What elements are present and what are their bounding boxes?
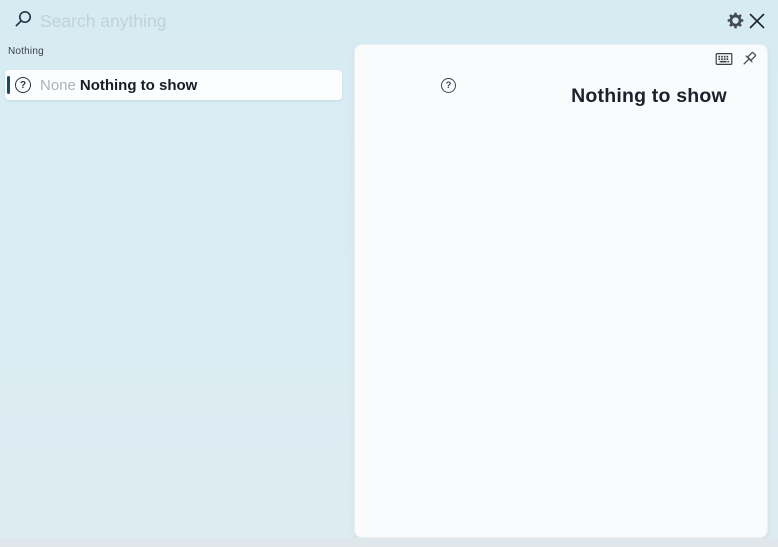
result-item-title: Nothing to show xyxy=(80,77,197,94)
search-input[interactable] xyxy=(40,5,680,37)
results-section-label: Nothing xyxy=(8,46,44,57)
result-item-subtitle: None xyxy=(40,77,76,94)
keyboard-shortcut-button[interactable] xyxy=(714,50,734,70)
details-toolbar xyxy=(714,50,759,70)
keyboard-icon xyxy=(715,51,733,70)
search-bar xyxy=(0,0,778,42)
gear-icon xyxy=(727,12,744,32)
pin-icon xyxy=(740,50,758,71)
question-circle-icon: ? xyxy=(441,78,456,93)
search-window: { "window": { "background_top": "#d7ebf3… xyxy=(0,0,778,547)
details-title: Nothing to show xyxy=(479,85,778,108)
selection-accent-bar xyxy=(7,76,10,94)
search-icon xyxy=(13,10,33,30)
close-icon xyxy=(748,12,766,33)
settings-button[interactable] xyxy=(724,11,746,33)
question-circle-icon: ? xyxy=(15,77,31,93)
close-button[interactable] xyxy=(746,11,768,33)
details-panel: ? Nothing to show xyxy=(354,44,768,538)
result-item-selected[interactable]: ? None Nothing to show xyxy=(5,70,342,100)
pin-button[interactable] xyxy=(739,50,759,70)
window-bottom-edge xyxy=(0,538,778,547)
